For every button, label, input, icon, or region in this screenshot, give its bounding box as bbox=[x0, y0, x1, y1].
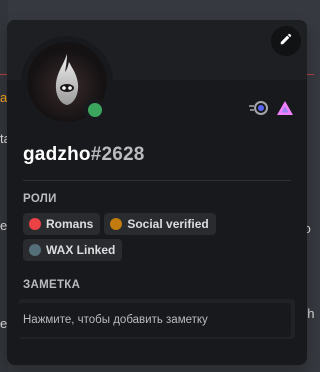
role-pill[interactable]: Romans bbox=[23, 213, 101, 235]
note-section-title: ЗАМЕТКА bbox=[23, 279, 81, 291]
nitro-boost-icon[interactable] bbox=[249, 98, 269, 118]
role-pill[interactable]: WAX Linked bbox=[23, 239, 123, 261]
roles-section-title: РОЛИ bbox=[23, 193, 57, 205]
user-profile-popout: gadzho#2628 РОЛИ Romans Social verified … bbox=[7, 20, 307, 365]
role-pill[interactable]: Social verified bbox=[104, 213, 216, 235]
status-indicator bbox=[84, 99, 106, 121]
username: gadzho bbox=[23, 144, 91, 165]
mention-highlight-line bbox=[306, 74, 314, 75]
profile-badges bbox=[249, 98, 295, 118]
role-name: Social verified bbox=[127, 217, 209, 231]
role-name: WAX Linked bbox=[46, 243, 116, 257]
discriminator: #2628 bbox=[90, 144, 145, 165]
divider bbox=[23, 180, 291, 181]
note-input[interactable] bbox=[19, 303, 291, 337]
user-tag[interactable]: gadzho#2628 bbox=[23, 144, 291, 166]
role-name: Romans bbox=[46, 217, 94, 231]
edit-profile-button[interactable] bbox=[271, 26, 301, 56]
role-color-dot[interactable] bbox=[110, 218, 123, 230]
note-box bbox=[19, 299, 295, 339]
profile-body: gadzho#2628 РОЛИ Romans Social verified … bbox=[19, 144, 295, 339]
role-color-dot[interactable] bbox=[29, 218, 41, 230]
pencil-icon bbox=[279, 32, 293, 51]
roles-list: Romans Social verified WAX Linked bbox=[23, 213, 291, 261]
online-status-dot bbox=[88, 103, 102, 117]
role-color-dot[interactable] bbox=[29, 244, 41, 256]
hypesquad-icon[interactable] bbox=[275, 98, 295, 118]
